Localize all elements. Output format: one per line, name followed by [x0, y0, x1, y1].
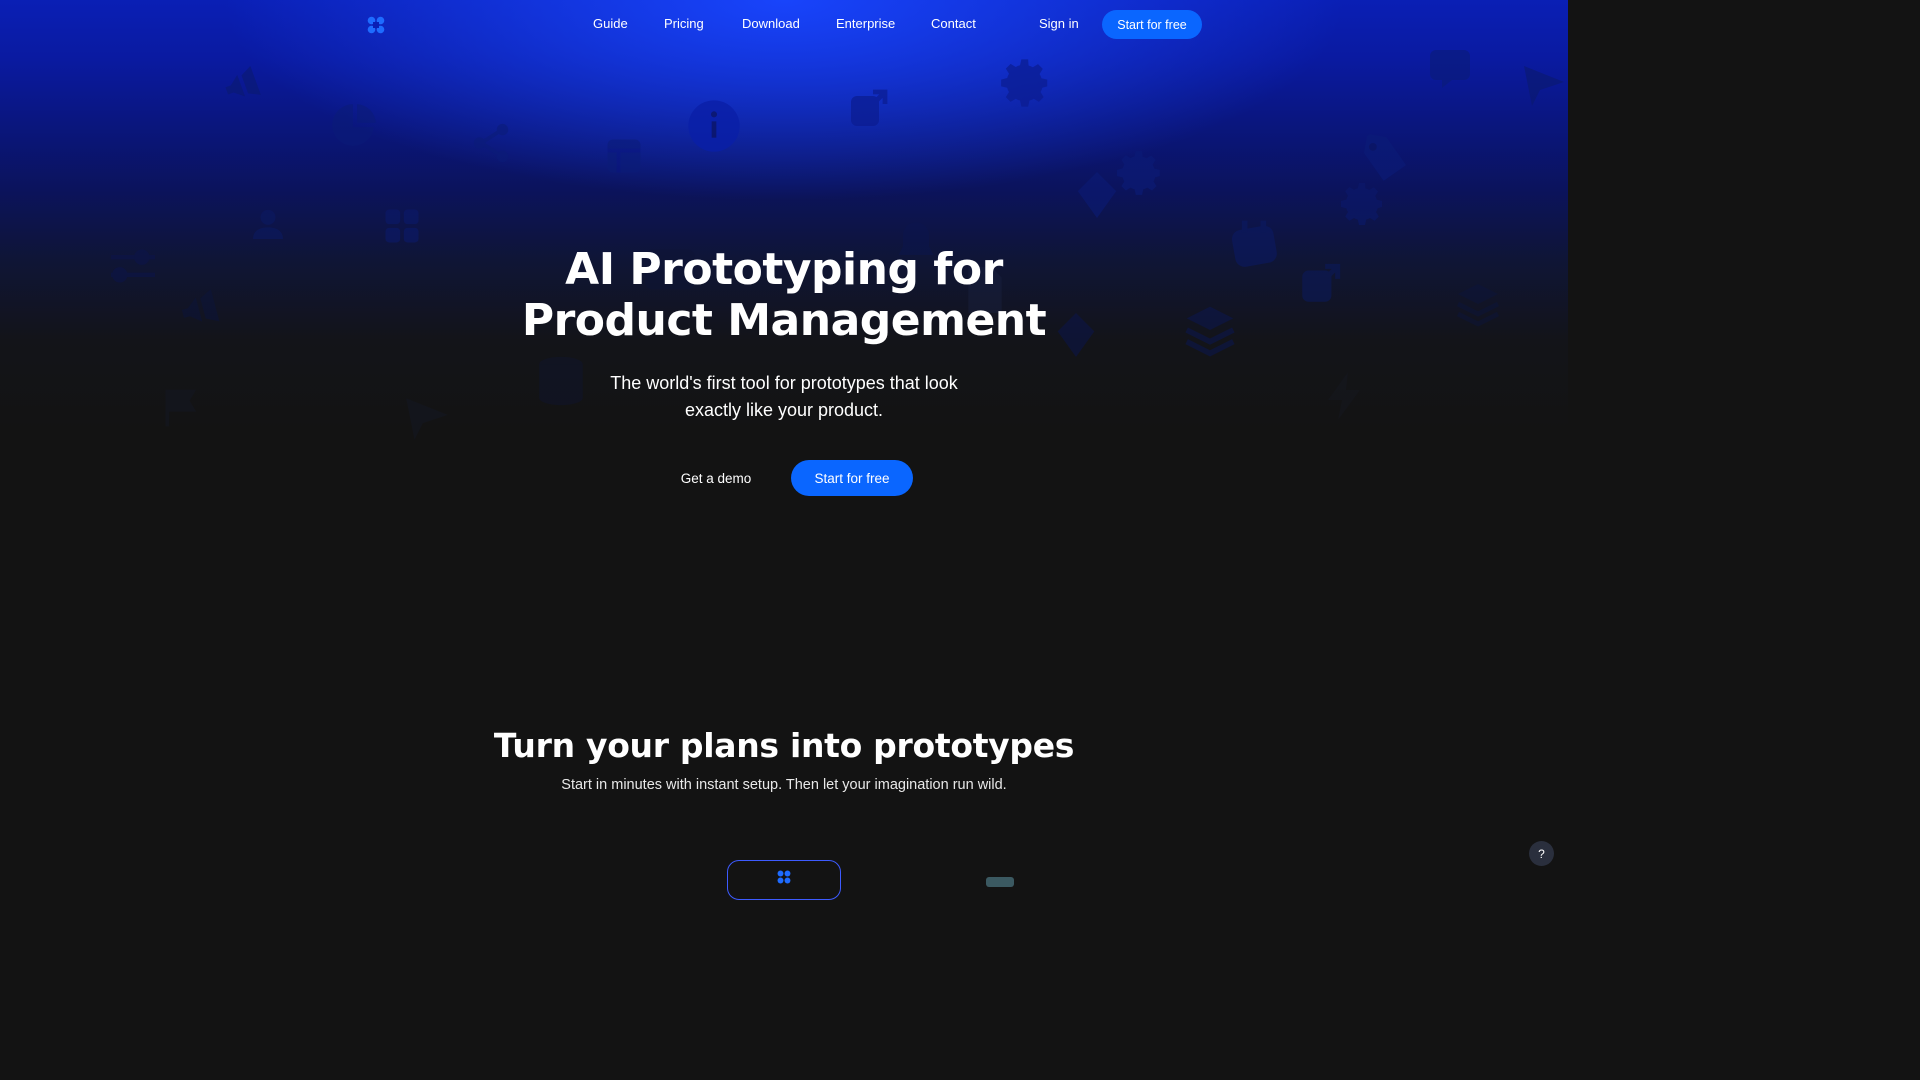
- grid-icon: [380, 204, 424, 248]
- section-title: Turn your plans into prototypes: [493, 726, 1075, 765]
- calendar-icon: [1226, 216, 1282, 272]
- layers-icon: [1182, 302, 1238, 358]
- nav-start-for-free-button[interactable]: Start for free: [1102, 10, 1202, 39]
- diamond-icon: [1074, 168, 1120, 222]
- send-icon: [1520, 60, 1568, 108]
- four-petal-logo-icon[interactable]: [367, 16, 385, 34]
- megaphone-icon: [176, 284, 226, 334]
- app-thumbnail-icon[interactable]: [986, 877, 1014, 887]
- hero-start-for-free-button[interactable]: Start for free: [791, 460, 913, 496]
- hero-title: AI Prototyping for Product Management: [484, 244, 1084, 346]
- hero-title-line-2: Product Management: [521, 295, 1047, 346]
- megaphone-icon: [220, 62, 266, 108]
- nav-link-contact[interactable]: Contact: [931, 16, 976, 31]
- gear-icon: [1116, 148, 1166, 198]
- tag-icon: [1356, 130, 1414, 188]
- get-a-demo-button[interactable]: Get a demo: [668, 466, 764, 490]
- top-navigation: Guide Pricing Download Enterprise Contac…: [0, 0, 1568, 48]
- share-icon: [468, 120, 514, 166]
- flag-icon: [160, 386, 204, 430]
- nav-link-guide[interactable]: Guide: [593, 16, 628, 31]
- info-icon: [686, 98, 742, 154]
- chat-bubble-icon: [1428, 44, 1476, 92]
- database-icon: [532, 352, 590, 410]
- sliders-icon: [106, 244, 160, 288]
- hero-title-line-1: AI Prototyping for: [565, 244, 1003, 295]
- help-button[interactable]: ?: [1529, 841, 1554, 866]
- sign-in-link[interactable]: Sign in: [1039, 16, 1079, 31]
- external-link-icon: [1296, 258, 1346, 308]
- nav-link-download[interactable]: Download: [742, 16, 800, 31]
- section-subtitle: Start in minutes with instant setup. The…: [561, 777, 1007, 793]
- lightning-icon: [1322, 370, 1370, 422]
- prototype-tab-card[interactable]: [727, 860, 841, 900]
- nav-link-pricing[interactable]: Pricing: [664, 16, 704, 31]
- layers-icon: [1454, 280, 1502, 328]
- external-link-icon: [845, 84, 893, 132]
- user-icon: [248, 204, 288, 244]
- nav-link-enterprise[interactable]: Enterprise: [836, 16, 895, 31]
- gear-icon: [1000, 56, 1054, 110]
- pie-chart-icon: [330, 100, 380, 150]
- send-icon: [402, 392, 452, 442]
- layout-icon: [602, 134, 646, 178]
- hero-subtitle: The world's first tool for prototypes th…: [610, 373, 958, 420]
- four-petal-logo-icon: [777, 870, 791, 884]
